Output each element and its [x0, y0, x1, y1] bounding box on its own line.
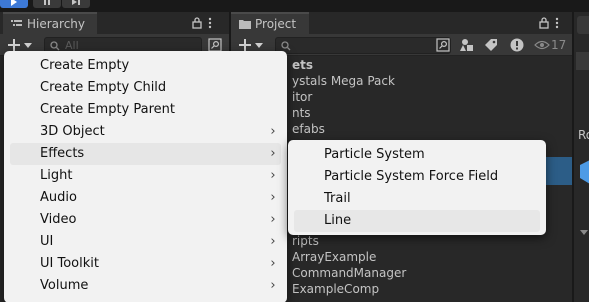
plus-icon [239, 39, 251, 51]
project-row[interactable]: nts [292, 105, 311, 121]
menu-item-create-empty[interactable]: Create Empty [10, 55, 281, 77]
hierarchy-tab[interactable]: Hierarchy [3, 12, 97, 34]
kebab-menu-icon[interactable] [208, 17, 212, 29]
menu-item-label: Create Empty Parent [40, 102, 175, 117]
menu-item-label: 3D Object [40, 124, 105, 139]
menu-item-label: Create Empty Child [40, 80, 167, 95]
menu-item-video[interactable]: Video › [10, 209, 281, 231]
menu-item-create-empty-child[interactable]: Create Empty Child [10, 77, 281, 99]
submenu-arrow-icon: › [270, 256, 276, 271]
menu-item-audio[interactable]: Audio › [10, 187, 281, 209]
submenu-item-label: Particle System Force Field [324, 169, 499, 184]
inspector-thumb [576, 52, 589, 70]
warning-icon [510, 38, 524, 52]
project-search-input[interactable] [275, 37, 451, 54]
menu-item-ui[interactable]: UI › [10, 231, 281, 253]
scene-search-icon [208, 38, 222, 52]
kebab-menu-icon[interactable] [555, 17, 559, 29]
menu-item-label: UI Toolkit [40, 256, 99, 271]
project-row[interactable]: ripts [292, 233, 319, 249]
menu-item-effects[interactable]: Effects › [10, 143, 281, 165]
step-button[interactable] [62, 0, 90, 8]
menu-item-label: Volume [40, 278, 89, 293]
submenu-arrow-icon: › [270, 234, 276, 249]
project-row[interactable]: CommandManager [292, 265, 406, 281]
submenu-arrow-icon: › [270, 278, 276, 293]
cube-icon [580, 160, 589, 184]
search-icon [281, 41, 291, 51]
menu-item-label: Create Empty [40, 58, 130, 73]
submenu-item-label: Particle System [324, 147, 425, 162]
submenu-arrow-icon: › [270, 168, 276, 183]
hierarchy-tab-tools [192, 15, 212, 31]
submenu-arrow-icon: › [270, 124, 276, 139]
hidden-count: 17 [551, 38, 567, 52]
folder-icon [239, 20, 251, 29]
menu-item-label: Video [40, 212, 77, 227]
step-icon [72, 0, 80, 5]
menu-item-3d-object[interactable]: 3D Object › [10, 121, 281, 143]
eye-icon [534, 40, 550, 50]
chevron-down-icon[interactable] [580, 230, 588, 236]
project-row[interactable]: efabs [292, 121, 325, 137]
project-scene-search-button[interactable] [434, 37, 452, 53]
plus-icon [8, 39, 20, 51]
project-row[interactable]: ets [292, 57, 313, 73]
project-row-selected[interactable] [546, 157, 572, 185]
submenu-item-line[interactable]: Line [294, 210, 540, 232]
menu-item-label: UI [40, 234, 54, 249]
project-tab-tools [539, 15, 559, 31]
play-button[interactable] [0, 0, 28, 8]
chevron-down-icon [24, 43, 32, 48]
inspector-panel: Ro [573, 12, 589, 302]
hierarchy-list-icon [11, 20, 22, 26]
hierarchy-tab-label: Hierarchy [27, 17, 86, 31]
project-tab-label: Project [255, 17, 297, 31]
play-toolbar [0, 0, 589, 12]
submenu-arrow-icon: › [270, 146, 276, 161]
project-row[interactable]: ArrayExample [292, 249, 376, 265]
submenu-arrow-icon: › [270, 212, 276, 227]
search-icon [50, 41, 60, 51]
menu-item-label: Light [40, 168, 73, 183]
menu-item-label: Effects [40, 146, 85, 161]
lock-icon[interactable] [192, 17, 202, 29]
project-row[interactable]: ExampleComp [292, 281, 379, 297]
project-row[interactable]: itor [292, 89, 312, 105]
submenu-item-particle-system-force-field[interactable]: Particle System Force Field [294, 166, 540, 188]
filter-by-type-icon [460, 39, 473, 51]
pause-icon [44, 0, 50, 5]
menu-item-label: Audio [40, 190, 77, 205]
submenu-arrow-icon: › [270, 190, 276, 205]
effects-submenu: Particle System Particle System Force Fi… [288, 140, 546, 235]
menu-item-volume[interactable]: Volume › [10, 275, 281, 297]
menu-item-create-empty-parent[interactable]: Create Empty Parent [10, 99, 281, 121]
hidden-packages-toggle[interactable]: 17 [534, 37, 568, 53]
scene-search-icon [436, 38, 450, 52]
submenu-item-particle-system[interactable]: Particle System [294, 144, 540, 166]
project-tab[interactable]: Project [231, 12, 309, 34]
filter-by-type-button[interactable] [458, 37, 476, 53]
lock-icon[interactable] [539, 17, 549, 29]
submenu-item-label: Trail [324, 191, 351, 206]
inspector-tab[interactable] [577, 16, 589, 34]
pause-button[interactable] [33, 0, 61, 8]
filter-by-label-button[interactable] [482, 37, 500, 53]
create-context-menu: Create Empty Create Empty Child Create E… [4, 51, 287, 302]
project-row[interactable]: ystals Mega Pack [292, 73, 395, 89]
inspector-label: Ro [578, 128, 589, 142]
submenu-item-label: Line [324, 213, 352, 228]
console-warning-button[interactable] [508, 37, 526, 53]
menu-item-ui-toolkit[interactable]: UI Toolkit › [10, 253, 281, 275]
play-icon [11, 0, 17, 6]
chevron-down-icon [255, 43, 263, 48]
submenu-item-trail[interactable]: Trail [294, 188, 540, 210]
menu-item-light[interactable]: Light › [10, 165, 281, 187]
filter-by-label-icon [485, 39, 497, 51]
